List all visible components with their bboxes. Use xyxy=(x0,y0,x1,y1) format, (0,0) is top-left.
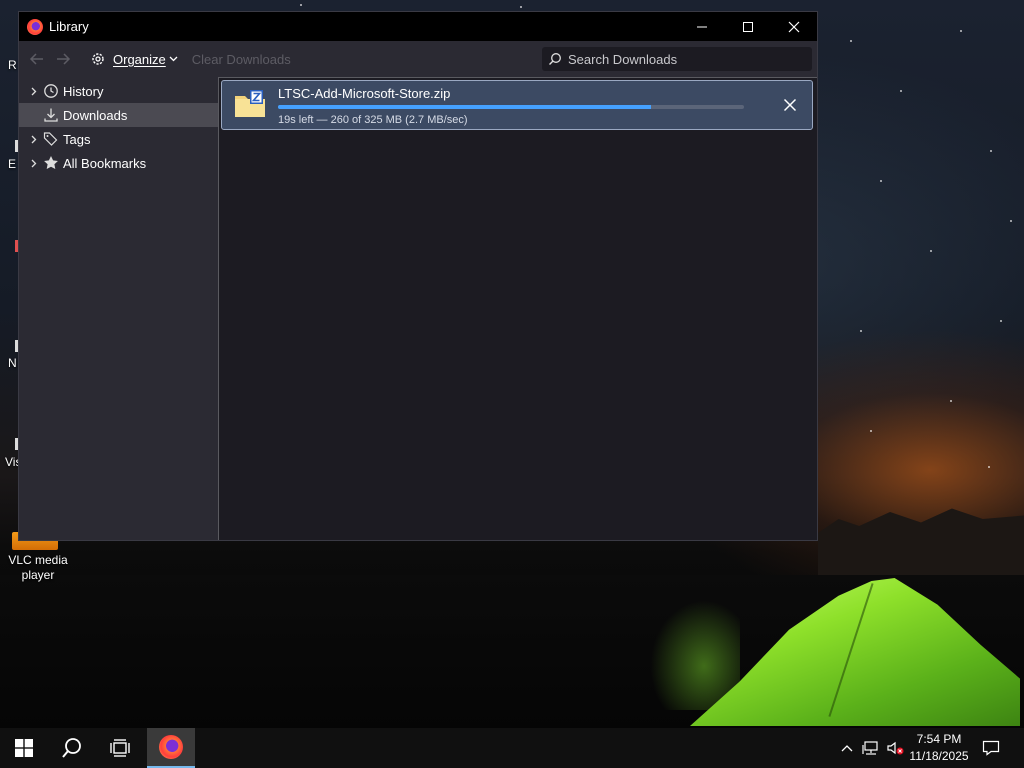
zip-file-icon xyxy=(234,90,266,118)
search-input[interactable] xyxy=(566,50,800,68)
back-button[interactable] xyxy=(25,47,49,71)
search-box[interactable] xyxy=(542,47,812,71)
sidebar-item-downloads[interactable]: Downloads xyxy=(19,103,218,127)
search-icon xyxy=(548,52,562,66)
chevron-up-icon xyxy=(841,745,853,752)
sidebar-item-label: All Bookmarks xyxy=(63,155,147,171)
library-toolbar: Organize Clear Downloads xyxy=(19,41,817,77)
search-icon xyxy=(62,738,81,758)
download-icon xyxy=(42,106,60,124)
network-tray-button[interactable] xyxy=(860,728,882,768)
library-content: History Downloads Tags All Bookmarks LTS… xyxy=(19,77,817,540)
download-progress-fill xyxy=(278,105,651,109)
back-arrow-icon xyxy=(29,53,43,65)
show-hidden-icons-button[interactable] xyxy=(836,728,858,768)
maximize-button[interactable] xyxy=(725,12,771,41)
organize-label: Organize xyxy=(113,51,166,67)
desktop-icon-fragment[interactable]: R xyxy=(8,58,17,72)
sidebar-item-label: History xyxy=(63,83,104,99)
sidebar-item-history[interactable]: History xyxy=(19,79,218,103)
downloads-list: LTSC-Add-Microsoft-Store.zip 19s left — … xyxy=(218,77,817,540)
sidebar-item-label: Downloads xyxy=(63,107,128,123)
download-item[interactable]: LTSC-Add-Microsoft-Store.zip 19s left — … xyxy=(221,80,813,130)
chevron-down-icon xyxy=(169,54,178,65)
firefox-icon xyxy=(159,735,183,759)
start-button[interactable] xyxy=(0,728,48,768)
action-center-button[interactable] xyxy=(978,728,1004,768)
desktop-icon-fragment[interactable]: E xyxy=(8,157,16,171)
task-view-button[interactable] xyxy=(96,728,144,768)
clock-icon xyxy=(42,82,60,100)
desktop-icon-fragment[interactable]: N xyxy=(8,356,17,370)
window-controls xyxy=(679,12,817,41)
expand-chevron-icon[interactable] xyxy=(27,159,41,168)
taskbar: 7:54 PM 11/18/2025 xyxy=(0,728,1024,768)
mountain-silhouette xyxy=(818,508,1024,575)
library-window: Library Organize Clear Downloads Search … xyxy=(18,11,818,541)
title-bar[interactable]: Library xyxy=(19,12,817,41)
notification-icon xyxy=(982,740,1000,756)
download-progress-bar xyxy=(278,105,744,109)
vlc-desktop-label[interactable]: VLC media player xyxy=(0,553,76,583)
forward-button[interactable] xyxy=(51,47,75,71)
window-title: Library xyxy=(49,19,89,34)
taskbar-clock[interactable]: 7:54 PM 11/18/2025 xyxy=(902,731,976,765)
cancel-download-button[interactable] xyxy=(778,93,802,117)
firefox-icon xyxy=(27,18,43,35)
windows-logo-icon xyxy=(15,739,33,757)
places-sidebar: History Downloads Tags All Bookmarks xyxy=(19,77,218,540)
expand-chevron-icon[interactable] xyxy=(27,87,41,96)
clock-date: 11/18/2025 xyxy=(909,749,969,763)
expand-chevron-icon[interactable] xyxy=(27,135,41,144)
star-icon xyxy=(42,154,60,172)
clock-time: 7:54 PM xyxy=(916,732,962,746)
maximize-icon xyxy=(743,21,753,32)
gear-icon xyxy=(89,50,107,68)
tag-icon xyxy=(42,130,60,148)
download-filename: LTSC-Add-Microsoft-Store.zip xyxy=(278,86,451,101)
close-icon xyxy=(783,98,797,112)
organize-menu-button[interactable]: Organize xyxy=(89,50,178,68)
close-icon xyxy=(788,21,800,32)
minimize-icon xyxy=(697,26,707,27)
sidebar-item-label: Tags xyxy=(63,131,91,147)
download-status: 19s left — 260 of 325 MB (2.7 MB/sec) xyxy=(278,114,468,126)
sidebar-item-tags[interactable]: Tags xyxy=(19,127,218,151)
minimize-button[interactable] xyxy=(679,12,725,41)
search-taskbar-button[interactable] xyxy=(48,728,96,768)
close-button[interactable] xyxy=(771,12,817,41)
clear-downloads-button[interactable]: Clear Downloads xyxy=(192,52,291,67)
sidebar-item-all-bookmarks[interactable]: All Bookmarks xyxy=(19,151,218,175)
forward-arrow-icon xyxy=(57,53,71,65)
task-view-icon xyxy=(110,739,130,757)
network-icon xyxy=(862,741,878,755)
firefox-taskbar-button[interactable] xyxy=(147,728,195,768)
